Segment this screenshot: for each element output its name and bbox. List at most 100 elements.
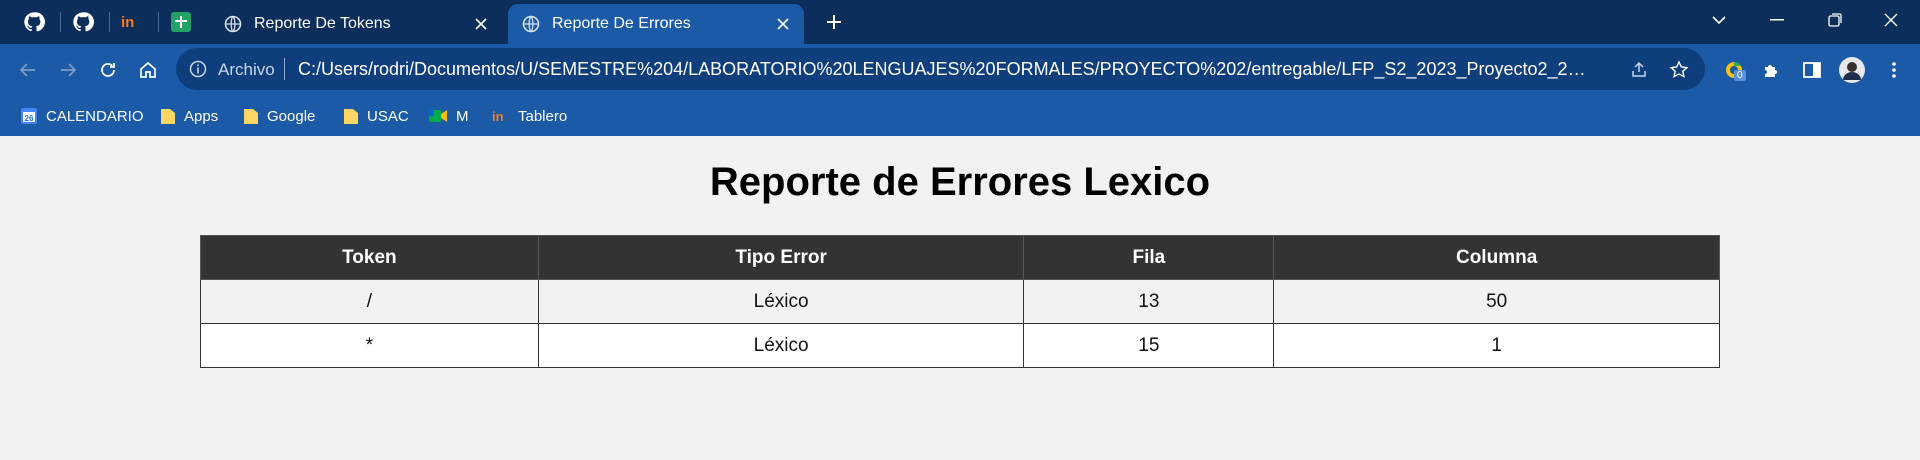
tab-separator (109, 12, 110, 32)
invision-icon: in (492, 109, 504, 123)
tab-label: Reporte De Tokens (254, 15, 391, 32)
pinned-tab-invision[interactable]: in (114, 6, 150, 38)
svg-text:in: in (121, 14, 134, 30)
address-divider (284, 58, 285, 80)
meet-icon (429, 110, 447, 122)
bookmark-label: USAC (367, 107, 409, 125)
globe-icon (224, 15, 242, 33)
header-columna: Columna (1273, 235, 1720, 280)
extensions-menu-button[interactable] (1758, 56, 1786, 84)
address-bar[interactable]: Archivo C:/Users/rodri/Documentos/U/SEME… (176, 48, 1705, 90)
star-icon (1669, 60, 1689, 78)
bookmark-label: Apps (184, 107, 219, 125)
new-tab-button[interactable] (818, 7, 850, 37)
bookmark-label: CALENDARIO (46, 107, 144, 125)
header-tipo-error: Tipo Error (537, 235, 1025, 280)
browser-toolbar: Archivo C:/Users/rodri/Documentos/U/SEME… (0, 44, 1920, 96)
close-tab-button[interactable] (470, 13, 492, 35)
side-panel-button[interactable] (1798, 56, 1826, 84)
tab-separator (158, 12, 159, 32)
address-url[interactable]: C:/Users/rodri/Documentos/U/SEMESTRE%204… (298, 59, 1588, 80)
minimize-icon (1770, 19, 1784, 21)
close-window-button[interactable] (1862, 0, 1920, 40)
tab-reporte-tokens[interactable]: Reporte De Tokens (210, 4, 502, 44)
address-scheme-label: Archivo (218, 60, 275, 79)
kebab-menu-icon (1892, 62, 1896, 78)
plus-icon (827, 15, 841, 29)
invision-icon: in (121, 14, 134, 30)
cell-fila: 15 (1023, 323, 1275, 368)
back-button[interactable] (12, 54, 44, 86)
table-row: / Léxico 13 50 (200, 279, 1720, 324)
tab-label: Reporte De Errores (552, 15, 691, 32)
github-icon (73, 12, 94, 32)
calendar-icon: 26 (21, 108, 37, 124)
avatar-icon (1839, 57, 1865, 83)
cell-tipo-error: Léxico (537, 279, 1025, 324)
folder-icon (161, 109, 175, 124)
folder-icon (244, 109, 258, 124)
cell-fila: 13 (1023, 279, 1275, 324)
tab-separator (60, 12, 61, 32)
bookmark-usac[interactable]: USAC (343, 103, 409, 129)
share-icon (1632, 61, 1646, 77)
pinned-tab-github[interactable] (16, 6, 52, 38)
close-tab-button[interactable] (772, 13, 794, 35)
cell-columna: 50 (1273, 279, 1720, 324)
extension-button[interactable]: 0 (1720, 56, 1748, 84)
sheets-icon (171, 12, 191, 32)
table-header-row: Token Tipo Error Fila Columna (200, 235, 1720, 280)
arrow-right-icon (61, 63, 77, 77)
tab-reporte-errores[interactable]: Reporte De Errores (508, 4, 804, 44)
bookmark-calendario[interactable]: 26 CALENDARIO (20, 103, 144, 129)
forward-button[interactable] (52, 54, 84, 86)
home-icon (140, 61, 156, 78)
share-button[interactable] (1628, 59, 1650, 81)
header-fila: Fila (1023, 235, 1275, 280)
close-icon (475, 18, 487, 30)
pinned-tab-sheets[interactable] (163, 6, 199, 38)
restore-button[interactable] (1806, 0, 1864, 40)
bookmark-apps[interactable]: Apps (160, 103, 218, 129)
reload-button[interactable] (92, 54, 124, 86)
tab-strip: in Reporte De Tokens Reporte De Errores (0, 0, 1920, 44)
bookmark-tablero[interactable]: in Tablero (492, 103, 567, 129)
header-token: Token (200, 235, 539, 280)
info-icon[interactable] (188, 59, 208, 79)
tab-search-button[interactable] (1690, 0, 1748, 40)
bookmarks-bar: 26 CALENDARIO Apps Google USAC M in Tabl… (0, 96, 1920, 136)
cell-token: * (200, 323, 539, 368)
reload-icon (101, 63, 115, 77)
side-panel-icon (1803, 62, 1821, 78)
bookmark-google[interactable]: Google (243, 103, 315, 129)
home-button[interactable] (132, 54, 164, 86)
arrow-left-icon (19, 63, 35, 77)
bookmark-label: Google (267, 107, 316, 125)
extension-badge: 0 (1734, 70, 1746, 81)
cell-token: / (200, 279, 539, 324)
svg-text:in: in (492, 109, 504, 123)
bookmark-label: Tablero (518, 107, 568, 125)
close-icon (1884, 13, 1898, 27)
page-title: Reporte de Errores Lexico (709, 160, 1211, 204)
folder-icon (344, 109, 358, 124)
calendar-day: 26 (25, 114, 34, 123)
puzzle-icon (1765, 65, 1777, 77)
restore-icon (1828, 13, 1842, 27)
browser-menu-button[interactable] (1880, 56, 1908, 84)
bookmark-star-button[interactable] (1668, 59, 1690, 81)
pinned-tab-github[interactable] (65, 6, 101, 38)
chevron-down-icon (1712, 16, 1726, 25)
cell-tipo-error: Léxico (537, 323, 1025, 368)
minimize-button[interactable] (1748, 0, 1806, 40)
profile-button[interactable] (1838, 56, 1866, 84)
github-icon (24, 12, 45, 32)
globe-icon (522, 15, 540, 33)
bookmark-m[interactable]: M (428, 103, 469, 129)
close-icon (777, 18, 789, 30)
page-content: Reporte de Errores Lexico Token Tipo Err… (0, 136, 1920, 460)
bookmark-label: M (456, 107, 469, 125)
errors-table: Token Tipo Error Fila Columna / Léxico 1… (200, 235, 1720, 368)
cell-columna: 1 (1273, 323, 1720, 368)
table-row: * Léxico 15 1 (200, 323, 1720, 368)
